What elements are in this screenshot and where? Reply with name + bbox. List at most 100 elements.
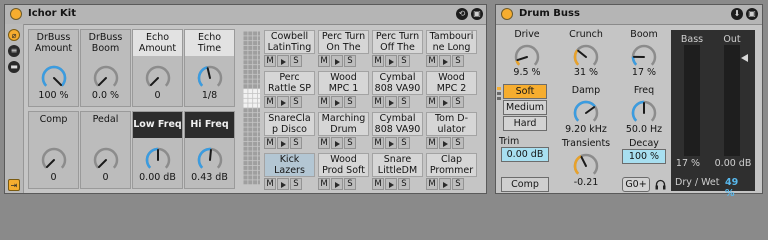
g0-button[interactable]: G0+ <box>622 177 650 192</box>
preview-play-icon[interactable] <box>385 178 397 190</box>
preview-play-icon[interactable] <box>277 96 289 108</box>
mute-button[interactable]: M <box>264 55 276 67</box>
solo-button[interactable]: S <box>290 178 302 190</box>
mode-hard-button[interactable]: Hard <box>503 116 547 131</box>
chain-pad[interactable]: Tom D-ulator M S <box>426 112 477 151</box>
hot-swap-icon[interactable]: ⟲ <box>456 8 468 20</box>
damp-knob[interactable] <box>571 98 601 126</box>
preview-play-icon[interactable] <box>277 137 289 149</box>
chain-pad[interactable]: Marching Drum M S <box>318 112 369 151</box>
mute-button[interactable]: M <box>264 96 276 108</box>
preview-play-icon[interactable] <box>277 178 289 190</box>
map-icon[interactable]: ▣ <box>471 8 483 20</box>
mute-button[interactable]: M <box>264 137 276 149</box>
mute-button[interactable]: M <box>264 178 276 190</box>
preview-play-icon[interactable] <box>439 55 451 67</box>
mute-button[interactable]: M <box>426 96 438 108</box>
macro-5[interactable]: Comp 0 <box>28 111 79 189</box>
chain-pad[interactable]: Clap Prommer M S <box>426 153 477 192</box>
chain-pad[interactable]: Cymbal 808 VA90 M S <box>372 71 423 110</box>
chain-list-icon[interactable]: ≡ <box>8 45 20 57</box>
chain-pad[interactable]: SnareCla p Disco M S <box>264 112 315 151</box>
preview-play-icon[interactable] <box>277 55 289 67</box>
trim-field[interactable]: 0.00 dB <box>501 147 549 162</box>
device-view-icon[interactable]: ▬ <box>8 61 20 73</box>
chain-pad[interactable]: Perc Turn On The M S <box>318 30 369 69</box>
mute-button[interactable]: M <box>426 178 438 190</box>
mute-button[interactable]: M <box>372 137 384 149</box>
preview-play-icon[interactable] <box>331 96 343 108</box>
macro-knob[interactable] <box>195 145 225 173</box>
macro-knob[interactable] <box>91 145 121 173</box>
out-level-handle[interactable] <box>741 54 748 62</box>
solo-button[interactable]: S <box>452 137 464 149</box>
macro-2[interactable]: DrBuss Boom 0.0 % <box>80 29 131 107</box>
device-menu-icon[interactable]: ▣ <box>746 8 758 20</box>
freq-knob[interactable] <box>629 98 659 126</box>
chain-pad[interactable]: Perc Rattle SP M S <box>264 71 315 110</box>
preview-play-icon[interactable] <box>439 137 451 149</box>
mute-button[interactable]: M <box>426 137 438 149</box>
preview-play-icon[interactable] <box>385 96 397 108</box>
comp-button[interactable]: Comp <box>501 177 549 192</box>
bass-meter[interactable] <box>684 45 700 156</box>
transients-knob[interactable] <box>571 151 601 179</box>
pad-overview-grid[interactable] <box>243 31 262 188</box>
solo-button[interactable]: S <box>452 55 464 67</box>
mode-medium-button[interactable]: Medium <box>503 100 547 115</box>
preview-play-icon[interactable] <box>385 137 397 149</box>
buss-title-bar[interactable]: Drum Buss ⬇ ▣ <box>496 5 762 25</box>
save-preset-icon[interactable]: ⬇ <box>731 8 743 20</box>
preview-play-icon[interactable] <box>439 178 451 190</box>
macro-knob[interactable] <box>39 145 69 173</box>
chain-pad[interactable]: Kick Lazers M S <box>264 153 315 192</box>
preview-play-icon[interactable] <box>331 55 343 67</box>
preview-play-icon[interactable] <box>439 96 451 108</box>
chain-pad[interactable]: Tambouri ne Long M S <box>426 30 477 69</box>
rack-title-bar[interactable]: Ichor Kit ⟲ ▣ <box>5 5 486 25</box>
macro-6[interactable]: Pedal 0 <box>80 111 131 189</box>
chain-pad[interactable]: Wood Prod Soft M S <box>318 153 369 192</box>
solo-button[interactable]: S <box>398 178 410 190</box>
macro-knob[interactable] <box>195 63 225 91</box>
macro-knob[interactable] <box>39 63 69 91</box>
macro-8[interactable]: Hi Freq 0.43 dB <box>184 111 235 189</box>
mute-button[interactable]: M <box>372 96 384 108</box>
preview-play-icon[interactable] <box>331 178 343 190</box>
mute-button[interactable]: M <box>426 55 438 67</box>
macro-4[interactable]: Echo Time 1/8 <box>184 29 235 107</box>
macro-map-icon[interactable]: ⇥ <box>8 179 20 191</box>
buss-power-toggle[interactable] <box>501 8 513 20</box>
solo-button[interactable]: S <box>344 96 356 108</box>
rack-power-toggle[interactable] <box>10 8 22 20</box>
chain-pad[interactable]: Snare LittleDM M S <box>372 153 423 192</box>
macro-knob[interactable] <box>143 63 173 91</box>
chain-pad[interactable]: Cowbell LatinTing M S <box>264 30 315 69</box>
macro-7[interactable]: Low Freq 0.00 dB <box>132 111 183 189</box>
macro-knob[interactable] <box>91 63 121 91</box>
headphones-icon[interactable] <box>655 179 666 190</box>
dry-wet-value[interactable]: 49 % <box>725 177 751 199</box>
solo-button[interactable]: S <box>344 137 356 149</box>
solo-button[interactable]: S <box>344 178 356 190</box>
macro-knob[interactable] <box>143 145 173 173</box>
solo-button[interactable]: S <box>290 55 302 67</box>
solo-button[interactable]: S <box>398 137 410 149</box>
chain-pad[interactable]: Perc Turn Off The M S <box>372 30 423 69</box>
boom-knob[interactable] <box>629 42 659 70</box>
solo-button[interactable]: S <box>452 178 464 190</box>
out-meter[interactable] <box>724 45 740 156</box>
macro-3[interactable]: Echo Amount 0 <box>132 29 183 107</box>
crunch-knob[interactable] <box>571 42 601 70</box>
preview-play-icon[interactable] <box>331 137 343 149</box>
mute-button[interactable]: M <box>318 96 330 108</box>
chain-pad[interactable]: Wood MPC 1MS <box>318 71 369 110</box>
decay-field[interactable]: 100 % <box>622 149 666 164</box>
drive-knob[interactable] <box>512 42 542 70</box>
mute-button[interactable]: M <box>318 55 330 67</box>
mute-button[interactable]: M <box>372 55 384 67</box>
mode-soft-button[interactable]: Soft <box>503 84 547 99</box>
preview-play-icon[interactable] <box>385 55 397 67</box>
chain-pad[interactable]: Cymbal 808 VA90 M S <box>372 112 423 151</box>
mute-button[interactable]: M <box>372 178 384 190</box>
